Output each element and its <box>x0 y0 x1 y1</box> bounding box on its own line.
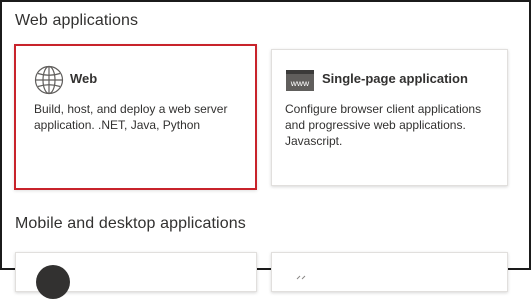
svg-text:www: www <box>290 78 310 88</box>
desktop-platform-card[interactable] <box>271 252 508 292</box>
mobile-platform-card[interactable] <box>15 252 257 299</box>
web-applications-heading: Web applications <box>15 12 139 29</box>
platform-icon <box>296 267 308 280</box>
spa-card-description: Configure browser client applications an… <box>285 102 482 148</box>
globe-icon <box>34 65 64 95</box>
web-card-description: Build, host, and deploy a web server app… <box>34 102 228 132</box>
platform-icon <box>36 265 70 299</box>
spa-card-title: Single-page application <box>322 71 468 86</box>
app-registration-panel: Web applications Web Build, host, and de… <box>0 0 531 299</box>
web-card-title: Web <box>70 71 98 86</box>
web-platform-card[interactable]: Web Build, host, and deploy a web server… <box>14 44 257 190</box>
spa-platform-card[interactable]: www Single-page application Configure br… <box>271 49 508 186</box>
www-icon: www <box>286 70 314 91</box>
mobile-desktop-heading: Mobile and desktop applications <box>15 215 246 232</box>
